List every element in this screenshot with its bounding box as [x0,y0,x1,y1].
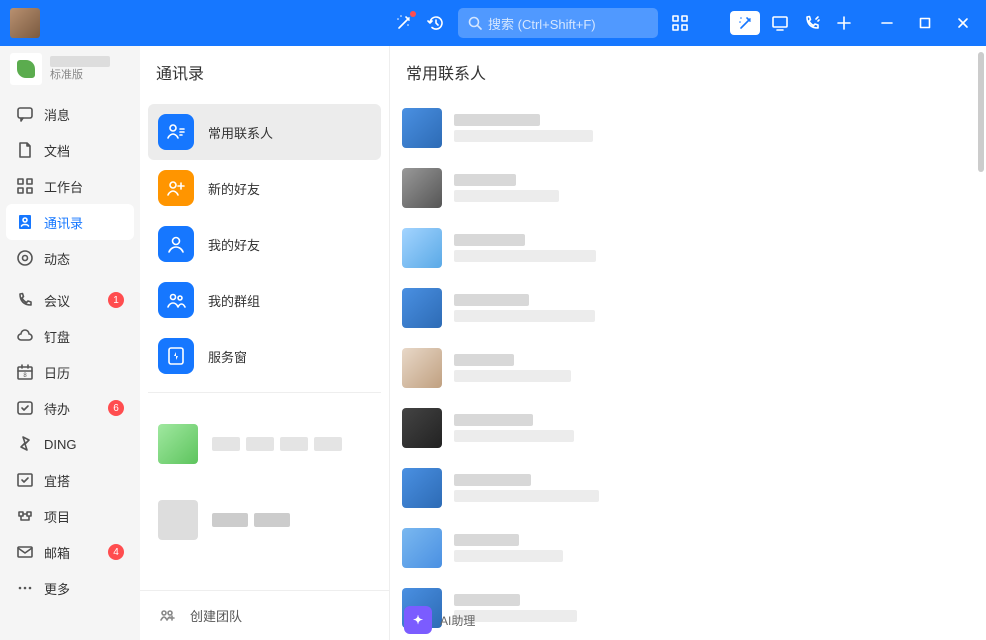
cloud-icon [16,327,34,345]
contact-avatar [402,468,442,508]
my-groups-icon [158,282,194,318]
contact-avatar [402,348,442,388]
calendar-icon: 8 [16,363,34,381]
nav-drive[interactable]: 钉盘 [6,318,134,354]
contact-row[interactable] [402,218,974,278]
frequent-contacts-icon [158,114,194,150]
search-input[interactable]: 搜索 (Ctrl+Shift+F) [458,8,658,38]
contact-row[interactable] [402,278,974,338]
sidebar: 标准版 消息 文档 工作台 通讯录 动态 [0,46,140,640]
chat-icon [16,105,34,123]
category-title: 通讯录 [140,46,389,98]
contact-row[interactable] [402,578,974,638]
cat-service-window[interactable]: 服务窗 [148,328,381,384]
contacts-panel-title: 常用联系人 [390,46,986,98]
title-bar: 搜索 (Ctrl+Shift+F) [0,0,986,46]
window-controls [868,0,982,46]
org-avatar [158,424,198,464]
new-friends-icon [158,170,194,206]
contact-avatar [402,228,442,268]
contact-row[interactable] [402,398,974,458]
more-icon [16,579,34,597]
contacts-panel: 常用联系人 [390,46,986,640]
svg-text:8: 8 [23,373,27,379]
contact-row[interactable] [402,458,974,518]
nav-feed[interactable]: 动态 [6,240,134,276]
contact-avatar [402,288,442,328]
contact-row[interactable] [402,338,974,398]
todo-icon [16,399,34,417]
nav-meeting[interactable]: 会议 1 [6,282,134,318]
add-icon[interactable] [828,7,860,39]
main-layout: 标准版 消息 文档 工作台 通讯录 动态 [0,46,986,640]
nav-calendar[interactable]: 8 日历 [6,354,134,390]
contact-avatar [402,408,442,448]
nav-workbench[interactable]: 工作台 [6,168,134,204]
nav-mail[interactable]: 邮箱 4 [6,534,134,570]
contact-list[interactable] [390,98,986,640]
todo-badge: 6 [108,400,124,416]
phone-icon[interactable] [796,7,828,39]
yida-icon [16,471,34,489]
nav-project[interactable]: 项目 [6,498,134,534]
document-icon [16,141,34,159]
ding-icon [16,435,34,453]
org-item-2[interactable] [148,482,381,558]
ai-assistant-icon: ✦ [404,606,432,634]
cat-frequent-contacts[interactable]: 常用联系人 [148,104,381,160]
category-column: 通讯录 常用联系人 新的好友 我的好友 [140,46,390,640]
org-item-1[interactable] [148,406,381,482]
org-name-redacted [50,56,110,67]
mail-icon [16,543,34,561]
meeting-badge: 1 [108,292,124,308]
nav-more[interactable]: 更多 [6,570,134,606]
contact-avatar [402,528,442,568]
nav-messages[interactable]: 消息 [6,96,134,132]
org-logo [10,53,42,85]
user-avatar[interactable] [10,8,40,38]
cat-my-friends[interactable]: 我的好友 [148,216,381,272]
scrollbar[interactable] [978,52,984,172]
org-profile[interactable]: 标准版 [0,46,140,92]
wand-icon[interactable] [388,7,420,39]
org-edition: 标准版 [50,69,110,82]
ai-assistant-float[interactable]: ✦ AI助理 [404,606,475,634]
contact-row[interactable] [402,158,974,218]
project-icon [16,507,34,525]
screen-share-icon[interactable] [764,7,796,39]
nav-todo[interactable]: 待办 6 [6,390,134,426]
ai-button[interactable] [730,11,760,35]
nav-ding[interactable]: DING [6,426,134,462]
cat-new-friends[interactable]: 新的好友 [148,160,381,216]
nav-yida[interactable]: 宜搭 [6,462,134,498]
service-window-icon [158,338,194,374]
create-team-button[interactable]: 创建团队 [140,590,389,640]
minimize-button[interactable] [868,0,906,46]
history-icon[interactable] [420,7,452,39]
mail-badge: 4 [108,544,124,560]
apps-grid-icon[interactable] [664,7,696,39]
org-avatar [158,500,198,540]
feed-icon [16,249,34,267]
contact-row[interactable] [402,518,974,578]
contacts-icon [16,213,34,231]
contact-row[interactable] [402,98,974,158]
contact-avatar [402,168,442,208]
nav-list: 消息 文档 工作台 通讯录 动态 会议 1 [0,92,140,610]
meeting-icon [16,291,34,309]
cat-my-groups[interactable]: 我的群组 [148,272,381,328]
nav-contacts[interactable]: 通讯录 [6,204,134,240]
my-friends-icon [158,226,194,262]
category-list: 常用联系人 新的好友 我的好友 我的群组 [140,98,389,590]
workbench-icon [16,177,34,195]
nav-documents[interactable]: 文档 [6,132,134,168]
contact-avatar [402,108,442,148]
close-button[interactable] [944,0,982,46]
maximize-button[interactable] [906,0,944,46]
search-placeholder: 搜索 (Ctrl+Shift+F) [488,14,596,33]
